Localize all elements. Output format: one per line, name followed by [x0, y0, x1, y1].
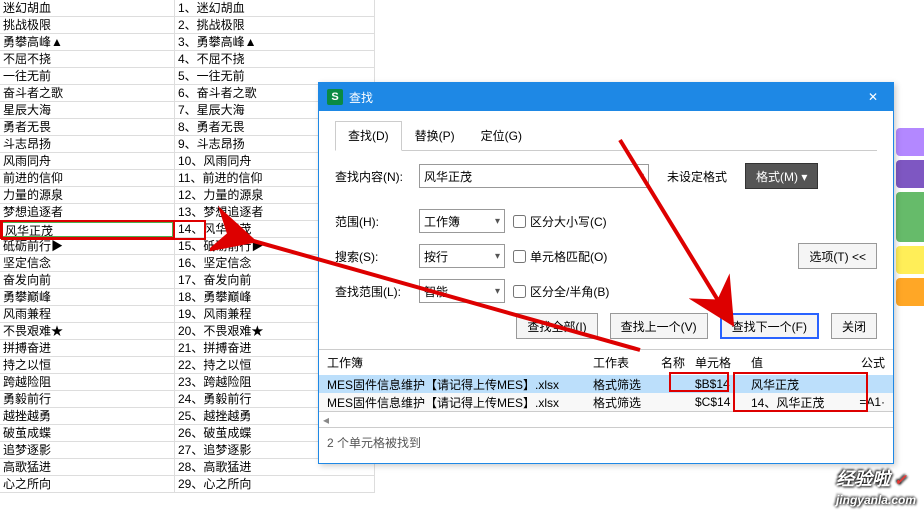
- cell[interactable]: 星辰大海: [0, 102, 174, 119]
- cell[interactable]: 奋斗者之歌: [0, 85, 174, 102]
- result-worksheet: 格式筛选: [593, 394, 661, 411]
- result-cell: $B$14: [695, 377, 751, 391]
- cell[interactable]: 勇攀高峰▲: [0, 34, 174, 51]
- cell[interactable]: 4、不屈不挠: [175, 51, 374, 68]
- find-content-row: 查找内容(N): 风华正茂 ▾ 未设定格式 格式(M) ▾: [335, 163, 877, 189]
- close-button[interactable]: 关闭: [831, 313, 877, 339]
- cell[interactable]: 持之以恒: [0, 357, 174, 374]
- cell[interactable]: 高歌猛进: [0, 459, 174, 476]
- search-direction-select[interactable]: 按行 ▾: [419, 244, 505, 268]
- result-worksheet: 格式筛选: [593, 376, 661, 393]
- cell[interactable]: 拼搏奋进: [0, 340, 174, 357]
- find-all-button[interactable]: 查找全部(I): [516, 313, 597, 339]
- find-prev-button[interactable]: 查找上一个(V): [610, 313, 708, 339]
- cell[interactable]: 斗志昂扬: [0, 136, 174, 153]
- col-cell: 单元格: [695, 354, 751, 371]
- column-b: 迷幻胡血挑战极限勇攀高峰▲不屈不挠一往无前奋斗者之歌星辰大海勇者无畏斗志昂扬风雨…: [0, 0, 175, 493]
- find-content-label: 查找内容(N):: [335, 168, 411, 185]
- match-case-checkbox[interactable]: 区分大小写(C): [513, 213, 607, 230]
- cell[interactable]: 风雨同舟: [0, 153, 174, 170]
- dialog-body: 查找(D) 替换(P) 定位(G) 查找内容(N): 风华正茂 ▾ 未设定格式 …: [319, 111, 893, 463]
- cell[interactable]: 砥砺前行▶: [0, 238, 174, 255]
- col-value: 值: [751, 354, 859, 371]
- action-buttons-row: 查找全部(I) 查找上一个(V) 查找下一个(F) 关闭: [335, 313, 877, 339]
- cell[interactable]: 迷幻胡血: [0, 0, 174, 17]
- cell[interactable]: 风华正茂: [0, 221, 174, 238]
- cell[interactable]: 力量的源泉: [0, 187, 174, 204]
- chevron-down-icon: ▾: [495, 251, 500, 262]
- tab-find[interactable]: 查找(D): [335, 121, 402, 151]
- search-row: 搜索(S): 按行 ▾ 单元格匹配(O) 选项(T) <<: [335, 243, 877, 269]
- cell[interactable]: 破茧成蝶: [0, 425, 174, 442]
- cell[interactable]: 梦想追逐者: [0, 204, 174, 221]
- watermark-logo: 经验啦 ✓ jingyanla.com: [836, 465, 916, 508]
- cell[interactable]: 前进的信仰: [0, 170, 174, 187]
- result-workbook: MES固件信息维护【请记得上传MES】.xlsx: [323, 394, 593, 411]
- close-icon[interactable]: ✕: [853, 83, 893, 111]
- cell[interactable]: 勇攀巅峰: [0, 289, 174, 306]
- cell[interactable]: 不畏艰难★: [0, 323, 174, 340]
- results-footer: 2 个单元格被找到: [319, 427, 893, 457]
- find-next-button[interactable]: 查找下一个(F): [720, 313, 819, 339]
- cell[interactable]: 一往无前: [0, 68, 174, 85]
- tab-replace[interactable]: 替换(P): [402, 121, 468, 150]
- cell[interactable]: 2、挑战极限: [175, 17, 374, 34]
- cell[interactable]: 越挫越勇: [0, 408, 174, 425]
- result-workbook: MES固件信息维护【请记得上传MES】.xlsx: [323, 376, 593, 393]
- result-formula: =A1·: [859, 395, 889, 409]
- cell[interactable]: 勇毅前行: [0, 391, 174, 408]
- result-cell: $C$14: [695, 395, 751, 409]
- col-worksheet: 工作表: [593, 354, 661, 371]
- cell[interactable]: 不屈不挠: [0, 51, 174, 68]
- cell[interactable]: 勇者无畏: [0, 119, 174, 136]
- scroll-left-icon: ◂: [323, 413, 329, 427]
- cell[interactable]: 1、迷幻胡血: [175, 0, 374, 17]
- tab-goto[interactable]: 定位(G): [468, 121, 535, 150]
- match-cell-checkbox[interactable]: 单元格匹配(O): [513, 248, 607, 265]
- results-body: MES固件信息维护【请记得上传MES】.xlsx格式筛选$B$14风华正茂MES…: [319, 375, 893, 411]
- cell[interactable]: 挑战极限: [0, 17, 174, 34]
- lookin-select[interactable]: 智能 ▾: [419, 279, 505, 303]
- app-icon: S: [327, 89, 343, 105]
- find-dialog: S 查找 ✕ 查找(D) 替换(P) 定位(G) 查找内容(N): 风华正茂 ▾…: [318, 82, 894, 464]
- cell[interactable]: 坚定信念: [0, 255, 174, 272]
- search-label: 搜索(S):: [335, 248, 411, 265]
- format-button[interactable]: 格式(M) ▾: [745, 163, 818, 189]
- dialog-titlebar[interactable]: S 查找 ✕: [319, 83, 893, 111]
- cell[interactable]: 风雨兼程: [0, 306, 174, 323]
- no-format-label: 未设定格式: [657, 163, 737, 189]
- find-content-input[interactable]: 风华正茂 ▾: [419, 164, 649, 188]
- scope-row: 范围(H): 工作簿 ▾ 区分大小写(C): [335, 209, 877, 233]
- scope-label: 范围(H):: [335, 213, 411, 230]
- col-formula: 公式: [859, 354, 889, 371]
- results-panel: 工作簿 工作表 名称 单元格 值 公式 MES固件信息维护【请记得上传MES】.…: [319, 349, 893, 457]
- cell[interactable]: 29、心之所向: [175, 476, 374, 493]
- cell[interactable]: 3、勇攀高峰▲: [175, 34, 374, 51]
- col-workbook: 工作簿: [323, 354, 593, 371]
- chevron-down-icon: ▾: [639, 171, 644, 182]
- result-value: 14、风华正茂: [751, 394, 859, 411]
- dialog-tabs: 查找(D) 替换(P) 定位(G): [335, 121, 877, 151]
- scope-select[interactable]: 工作簿 ▾: [419, 209, 505, 233]
- col-name: 名称: [661, 354, 695, 371]
- cell[interactable]: 奋发向前: [0, 272, 174, 289]
- horizontal-scrollbar[interactable]: ◂: [319, 411, 893, 427]
- cell[interactable]: 追梦逐影: [0, 442, 174, 459]
- chevron-down-icon: ▾: [495, 216, 500, 227]
- cell[interactable]: 跨越险阻: [0, 374, 174, 391]
- chevron-down-icon: ▾: [495, 286, 500, 297]
- results-header: 工作簿 工作表 名称 单元格 值 公式: [319, 350, 893, 375]
- lookin-label: 查找范围(L):: [335, 283, 411, 300]
- result-row[interactable]: MES固件信息维护【请记得上传MES】.xlsx格式筛选 $B$14风华正茂: [319, 375, 893, 393]
- options-button[interactable]: 选项(T) <<: [798, 243, 877, 269]
- result-row[interactable]: MES固件信息维护【请记得上传MES】.xlsx格式筛选 $C$1414、风华正茂…: [319, 393, 893, 411]
- full-half-width-checkbox[interactable]: 区分全/半角(B): [513, 283, 609, 300]
- cell[interactable]: 心之所向: [0, 476, 174, 493]
- dialog-title-text: 查找: [349, 89, 373, 106]
- lookin-row: 查找范围(L): 智能 ▾ 区分全/半角(B): [335, 279, 877, 303]
- result-value: 风华正茂: [751, 376, 859, 393]
- side-color-tabs: [896, 128, 924, 310]
